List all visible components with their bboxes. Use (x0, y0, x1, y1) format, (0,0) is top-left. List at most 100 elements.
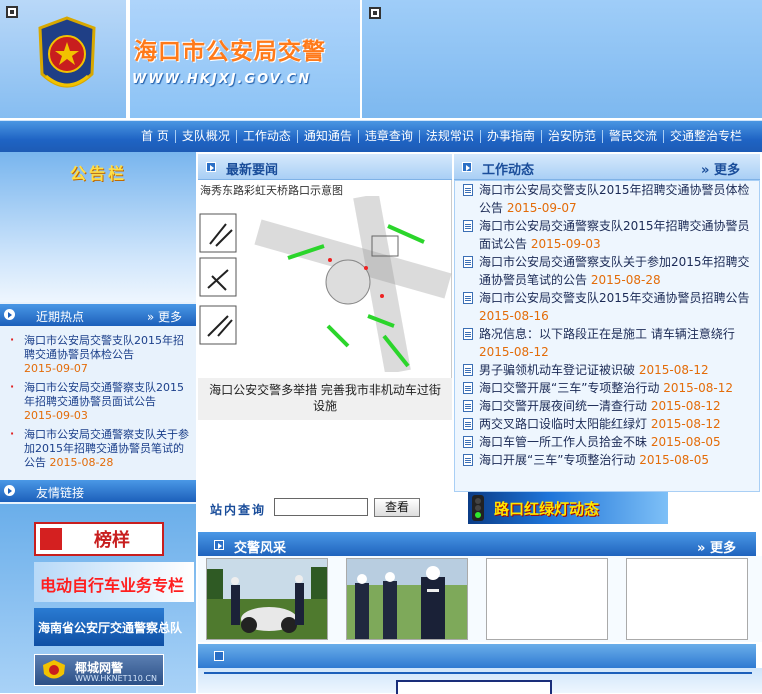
news-date: 2015-08-28 (590, 273, 661, 287)
nav-work-news[interactable]: 工作动态 (235, 130, 297, 143)
header-title-panel: 海口市公安局交警 WWW.HKJXJ.GOV.CN (130, 0, 360, 118)
nav-about[interactable]: 支队概况 (174, 130, 236, 143)
gallery-more-label[interactable]: 更多 (710, 541, 736, 556)
gallery-photo[interactable] (206, 558, 328, 640)
news-title[interactable]: 海口市公安局交通警察支队2015年招聘交通协警员面试公告 (479, 219, 750, 251)
document-icon (463, 382, 473, 394)
police-gallery (198, 556, 762, 642)
news-title[interactable]: 海口车管一所工作人员拾金不昧 (479, 435, 647, 449)
work-news-header: 工作动态 » 更多 (454, 154, 760, 180)
nav-home[interactable]: 首 页 (135, 130, 175, 143)
document-icon (463, 292, 473, 304)
list-item[interactable]: 海口交警开展夜间统一清查行动 2015-08-12 (455, 397, 759, 415)
main-nav: 首 页 支队概况 工作动态 通知通告 违章查询 法规常识 办事指南 治安防范 警… (0, 120, 762, 152)
nav-public-security[interactable]: 治安防范 (540, 130, 602, 143)
sidebar: 公告栏 近期热点 » 更多 海口市公安局交警支队2015年招聘交通协警员体检公告… (0, 152, 196, 693)
bottom-section-header (198, 644, 756, 668)
document-icon (463, 220, 473, 232)
arrow-bullet-icon (214, 651, 224, 661)
gallery-title: 交警风采 (234, 541, 287, 556)
police-badge-icon (43, 660, 65, 679)
hot-item-date: 2015-08-28 (49, 456, 114, 469)
hot-topics-list: 海口市公安局交警支队2015年招聘交通协警员体检公告2015-09-07 海口市… (0, 333, 196, 475)
search-button[interactable]: 查看 (374, 498, 420, 517)
news-title[interactable]: 海口交警开展“三车”专项整治行动 (479, 381, 659, 395)
arrow-bullet-icon (4, 309, 15, 320)
nav-violation-query[interactable]: 违章查询 (357, 130, 419, 143)
news-date: 2015-08-12 (650, 399, 721, 413)
document-icon (463, 364, 473, 376)
role-model-label[interactable]: 榜样 (94, 526, 130, 552)
police-emblem-icon (38, 16, 96, 88)
cyber-police-link[interactable]: 椰城网警 WWW.HKNET110.CN (34, 654, 164, 686)
header-emblem-panel (0, 0, 128, 118)
headline-photo[interactable]: 海秀东路彩虹天桥路口示意图 (198, 180, 452, 390)
list-item[interactable]: 海口车管一所工作人员拾金不昧 2015-08-05 (455, 433, 759, 451)
list-item[interactable]: 海口市公安局交通警察支队关于参加2015年招聘交通协警员笔试的公告 2015-0… (0, 427, 196, 470)
list-item[interactable]: 海口市公安局交警支队2015年招聘交通协警员体检公告 2015-09-07 (455, 181, 759, 217)
hot-topics-header: 近期热点 » 更多 (0, 304, 196, 326)
provincial-traffic-link[interactable]: 海南省公安厅交通警察总队 (34, 608, 182, 646)
hot-item-date: 2015-09-07 (24, 362, 88, 375)
latest-news-title: 最新要闻 (226, 163, 279, 178)
hot-item-text[interactable]: 海口市公安局交警支队2015年招聘交通协警员体检公告 (24, 334, 184, 361)
gallery-photo[interactable] (346, 558, 468, 640)
news-title[interactable]: 路况信息：以下路段正在是施工 请车辆注意绕行 (479, 327, 735, 341)
list-item[interactable]: 两交叉路口设临时太阳能红绿灯 2015-08-12 (455, 415, 759, 433)
work-news-more-link[interactable]: » 更多 (701, 159, 740, 178)
nav-notices[interactable]: 通知通告 (296, 130, 358, 143)
list-item[interactable]: 男子骗领机动车登记证被识破 2015-08-12 (455, 361, 759, 379)
list-item[interactable]: 海口市公安局交通警察支队2015年招聘交通协警员面试公告 2015-09-03 (455, 217, 759, 253)
ebike-service-label[interactable]: 电动自行车业务专栏 (40, 572, 184, 596)
hot-topics-more-link[interactable]: » 更多 (147, 308, 182, 325)
police-salute-photo[interactable] (347, 559, 468, 640)
news-title[interactable]: 海口交警开展夜间统一清查行动 (479, 399, 647, 413)
nav-service-guide[interactable]: 办事指南 (479, 130, 541, 143)
list-item[interactable]: 海口市公安局交通警察支队2015年招聘交通协警员面试公告2015-09-03 (0, 380, 196, 423)
headline-caption[interactable]: 海口公安交警多举措 完善我市非机动车过街设施 (198, 378, 452, 420)
arrow-bullet-icon (206, 162, 216, 172)
nav-regulations[interactable]: 法规常识 (418, 130, 480, 143)
hot-topics-title: 近期热点 (36, 310, 85, 324)
document-icon (463, 328, 473, 340)
gallery-more-link[interactable]: » 更多 (697, 537, 736, 556)
list-item[interactable]: 海口交警开展“三车”专项整治行动 2015-08-12 (455, 379, 759, 397)
gallery-photo-empty[interactable] (486, 558, 608, 640)
news-title[interactable]: 两交叉路口设临时太阳能红绿灯 (479, 417, 647, 431)
document-icon (463, 184, 473, 196)
arrow-bullet-icon (462, 162, 472, 172)
friend-links-title: 友情链接 (36, 486, 85, 500)
list-item[interactable]: 海口市公安局交警支队2015年招聘交通协警员体检公告2015-09-07 (0, 333, 196, 376)
list-item[interactable]: 海口市公安局交通警察支队关于参加2015年招聘交通协警员笔试的公告 2015-0… (455, 253, 759, 289)
hot-item-text[interactable]: 海口市公安局交通警察支队2015年招聘交通协警员面试公告 (24, 381, 184, 408)
news-title[interactable]: 海口市公安局交警支队2015年交通协警员招聘公告 (479, 291, 750, 305)
news-date: 2015-09-03 (530, 237, 601, 251)
news-date: 2015-08-12 (650, 417, 721, 431)
notice-board-title: 公告栏 (70, 164, 128, 183)
site-search: 站内查询 查看 路口红绿灯动态 (198, 492, 762, 524)
traffic-light-banner[interactable]: 路口红绿灯动态 (468, 492, 668, 524)
nav-police-public[interactable]: 警民交流 (601, 130, 663, 143)
search-input[interactable] (274, 498, 368, 516)
work-news-more-label[interactable]: 更多 (714, 163, 740, 178)
search-label: 站内查询 (210, 503, 267, 517)
provincial-traffic-label[interactable]: 海南省公安厅交通警察总队 (38, 619, 182, 636)
gallery-photo-empty[interactable] (626, 558, 748, 640)
nav-traffic-special[interactable]: 交通整治专栏 (662, 130, 748, 143)
main-content: 最新要闻 工作动态 » 更多 海秀东路彩虹天桥路口示意图 海口公安交警多举措 完… (198, 152, 762, 694)
news-title[interactable]: 海口开展“三车”专项整治行动 (479, 453, 635, 467)
hot-topics-more-label[interactable]: 更多 (158, 310, 182, 324)
party-flag-icon (40, 528, 62, 550)
traffic-light-banner-label[interactable]: 路口红绿灯动态 (494, 498, 599, 519)
news-date: 2015-08-12 (663, 381, 734, 395)
list-item[interactable]: 海口开展“三车”专项整治行动 2015-08-05 (455, 451, 759, 469)
ebike-service-link[interactable]: 电动自行车业务专栏 (34, 562, 194, 602)
news-date: 2015-09-07 (506, 201, 577, 215)
list-item[interactable]: 路况信息：以下路段正在是施工 请车辆注意绕行 2015-08-12 (455, 325, 759, 361)
news-title[interactable]: 男子骗领机动车登记证被识破 (479, 363, 635, 377)
list-item[interactable]: 海口市公安局交警支队2015年交通协警员招聘公告 2015-08-16 (455, 289, 759, 325)
intersection-diagram-image[interactable] (198, 196, 452, 372)
arrow-bullet-icon (214, 540, 224, 550)
police-motorcycle-photo[interactable] (207, 559, 328, 640)
role-model-link[interactable]: 榜样 (34, 522, 164, 556)
